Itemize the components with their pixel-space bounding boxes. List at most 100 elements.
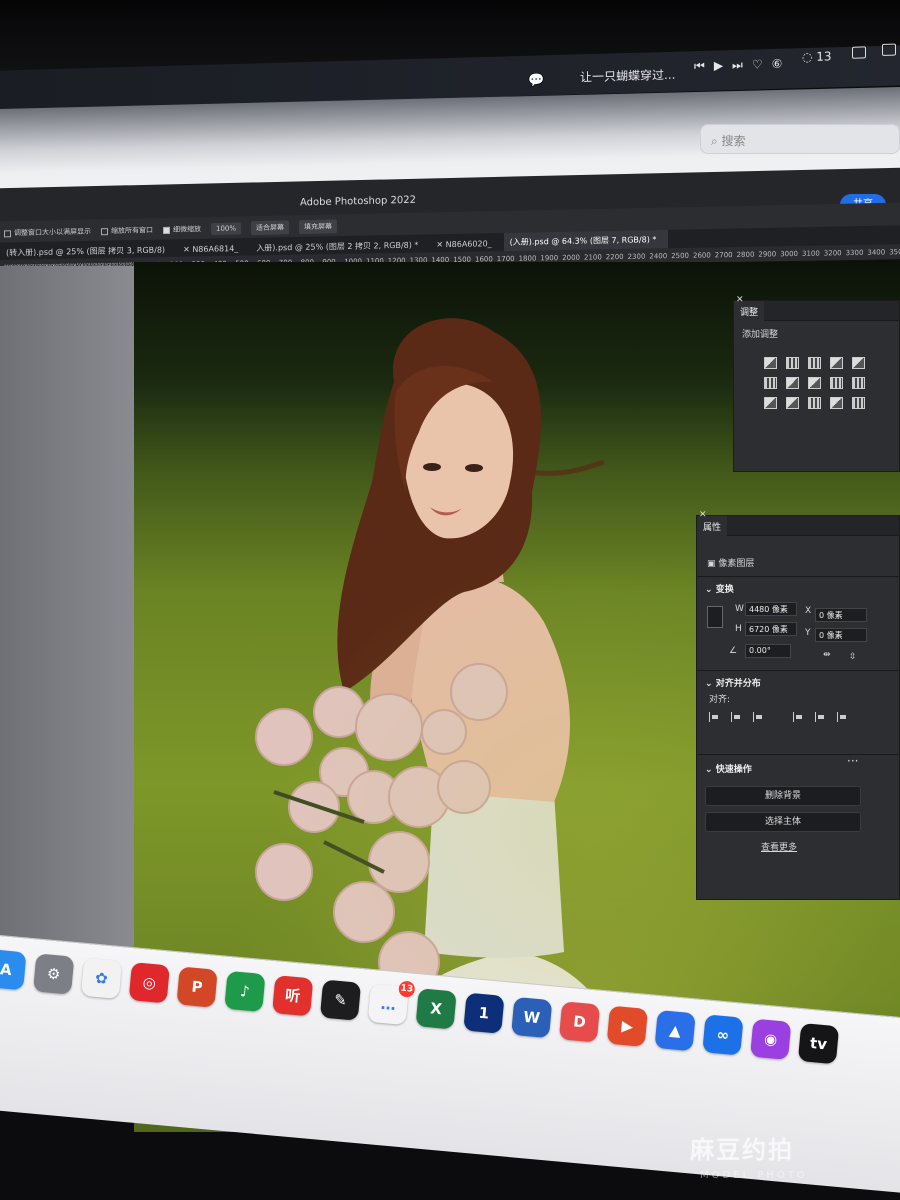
media-controls: ⏮ ▶ ⏭ ♡ ⑥ — [694, 57, 782, 74]
gradient-map-icon[interactable] — [852, 397, 865, 409]
ruler-tick-label: 3100 — [802, 249, 820, 258]
width-field[interactable]: 4480 像素 — [745, 602, 797, 616]
lark-icon[interactable]: ▲ — [654, 1009, 696, 1052]
netease-music-icon[interactable]: ◎ — [128, 962, 170, 1004]
zoom-100-button[interactable]: 100% — [211, 222, 242, 236]
ruler-tick-label: 2200 — [605, 252, 624, 262]
align-top-icon[interactable] — [793, 712, 803, 722]
apple-tv-icon[interactable]: tv — [797, 1022, 840, 1065]
pdf-app-icon[interactable]: D — [558, 1001, 601, 1043]
messages-icon[interactable]: … 13 — [367, 980, 416, 1026]
one-app-icon[interactable]: 1 — [463, 992, 505, 1034]
levels-icon[interactable] — [786, 357, 799, 369]
document-tab[interactable]: 入册).psd @ 25% (图层 2 拷贝 2, RGB/8) * — [250, 239, 430, 253]
netease-icon[interactable]: ⑥ — [772, 57, 783, 72]
invert-icon[interactable] — [764, 397, 777, 409]
curves-icon[interactable] — [808, 357, 821, 369]
close-icon[interactable]: ✕ — [699, 510, 707, 520]
remove-background-button[interactable]: 删除背景 — [705, 786, 861, 806]
selective-color-icon[interactable] — [830, 397, 843, 409]
photo-filter-icon[interactable] — [830, 377, 843, 389]
adjustments-panel: ✕ 调整 添加调整 — [733, 295, 900, 472]
scrubby-zoom-option[interactable]: 细微缩放 — [163, 224, 201, 235]
ruler-tick-label: 2900 — [758, 250, 777, 259]
more-options-icon[interactable]: ··· — [847, 754, 858, 768]
screen-icon[interactable] — [882, 43, 896, 56]
quick-actions-section[interactable]: ⌄ 快速操作 — [705, 762, 752, 775]
notification-badge: 13 — [398, 980, 416, 998]
fit-screen-button[interactable]: 适合屏幕 — [251, 220, 290, 236]
properties-panel: ✕ 属性 ▣ 像素图层 ⌄ 变换 W 4480 像素 X 0 像素 H 6720… — [696, 510, 900, 900]
w-label: W — [735, 604, 744, 614]
now-playing-title[interactable]: 让一只蝴蝶穿过... — [580, 66, 675, 86]
close-icon[interactable]: ✕ — [736, 295, 744, 305]
search-input[interactable]: ⌕ 搜索 — [700, 124, 900, 154]
watermark-en: MODEL PHOTO — [700, 1170, 808, 1181]
play-icon[interactable]: ▶ — [714, 58, 723, 73]
black-white-icon[interactable] — [808, 377, 821, 389]
ruler-tick-label: 2500 — [671, 251, 690, 261]
align-middle-icon[interactable] — [815, 712, 825, 722]
color-balance-icon[interactable] — [786, 377, 799, 389]
ruler-tick-label: 3400 — [867, 248, 886, 257]
exposure-icon[interactable] — [830, 357, 843, 369]
powerpoint-icon[interactable]: P — [176, 966, 218, 1008]
see-more-link[interactable]: 查看更多 — [761, 840, 797, 853]
system-settings-icon[interactable]: ⚙ — [33, 953, 75, 995]
ruler-tick-label: 3200 — [823, 249, 842, 258]
add-adjustment-label: 添加调整 — [742, 330, 779, 340]
previous-track-icon[interactable]: ⏮ — [694, 59, 705, 74]
x-label: X — [805, 606, 812, 616]
fill-screen-button[interactable]: 填充屏幕 — [299, 219, 338, 235]
align-section[interactable]: ⌄ 对齐并分布 — [705, 676, 761, 689]
x-field[interactable]: 0 像素 — [815, 608, 867, 622]
like-icon[interactable]: ♡ — [752, 57, 763, 72]
notes-app-icon[interactable]: ✎ — [319, 979, 362, 1021]
y-field[interactable]: 0 像素 — [815, 628, 867, 642]
word-icon[interactable]: W — [511, 996, 553, 1039]
angle-field[interactable]: 0.00° — [745, 644, 791, 658]
select-subject-button[interactable]: 选择主体 — [705, 812, 861, 832]
transform-section[interactable]: ⌄ 变换 — [705, 582, 734, 595]
hue-saturation-icon[interactable] — [764, 377, 777, 389]
kuaishou-icon[interactable]: ▶ — [606, 1005, 648, 1047]
brightness-icon[interactable] — [764, 357, 777, 369]
notification-count[interactable]: ◌ 13 — [802, 49, 832, 64]
h-label: H — [735, 624, 742, 634]
document-tab[interactable]: ✕ N86A6020_ — [430, 238, 503, 249]
ruler-tick-label: 2000 — [562, 253, 581, 263]
flip-vertical-icon[interactable]: ⇳ — [849, 652, 857, 662]
photos-icon[interactable]: ✿ — [80, 957, 123, 1000]
next-track-icon[interactable]: ⏭ — [732, 58, 743, 73]
threshold-icon[interactable] — [808, 397, 821, 409]
wechat-icon[interactable]: 💬 — [528, 73, 544, 88]
channel-mixer-icon[interactable] — [852, 377, 865, 389]
angle-icon: ∠ — [729, 646, 738, 656]
link-app-icon[interactable]: ∞ — [702, 1014, 744, 1056]
ruler-tick-label: 2400 — [649, 252, 668, 261]
ting-icon[interactable]: 听 — [272, 975, 314, 1017]
align-center-icon[interactable] — [731, 712, 741, 722]
zoom-all-option[interactable]: 缩放所有窗口 — [101, 225, 153, 236]
resize-windows-option[interactable]: 调整窗口大小以满屏显示 — [4, 227, 91, 239]
posterize-icon[interactable] — [786, 397, 799, 409]
document-tab[interactable]: (转入册).psd @ 25% (图层 拷贝 3, RGB/8) — [0, 244, 177, 258]
window-icon[interactable] — [852, 46, 866, 59]
ruler-tick-label: 3300 — [845, 248, 864, 258]
link-icon[interactable] — [707, 606, 723, 628]
document-tab[interactable]: ✕ N86A6814_ — [177, 243, 250, 254]
pasteboard — [0, 266, 140, 956]
align-left-icon[interactable] — [709, 712, 719, 722]
flip-horizontal-icon[interactable]: ⇹ — [823, 650, 831, 660]
height-field[interactable]: 6720 像素 — [745, 622, 797, 636]
align-icons — [709, 712, 847, 722]
vibrance-icon[interactable] — [852, 357, 865, 369]
align-right-icon[interactable] — [753, 712, 763, 722]
align-bottom-icon[interactable] — [837, 712, 847, 722]
excel-icon[interactable]: X — [415, 988, 457, 1030]
ruler-tick-label: 3000 — [780, 249, 799, 259]
app-store-icon[interactable]: A — [0, 949, 27, 991]
music-app-icon[interactable]: ♪ — [224, 970, 266, 1013]
podcasts-icon[interactable]: ◉ — [750, 1018, 792, 1060]
app-title: Adobe Photoshop 2022 — [300, 194, 416, 209]
